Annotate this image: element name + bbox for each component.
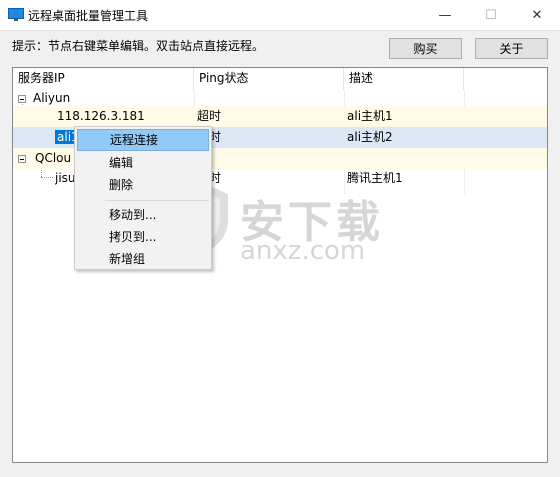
- server-ip: 118.126.3.181: [57, 109, 145, 123]
- monitor-icon: [8, 8, 24, 21]
- server-ping: 超时: [197, 109, 222, 123]
- menu-separator: [105, 200, 209, 201]
- minimize-icon: —: [438, 7, 452, 23]
- menu-item-remote-connect[interactable]: 远程连接: [77, 129, 209, 151]
- hint-text: 提示：节点右键菜单编辑。双击站点直接远程。: [12, 39, 265, 53]
- menu-item-move-to[interactable]: 移动到...: [77, 204, 209, 226]
- watermark-en: anxz.com: [240, 236, 366, 266]
- minimize-button[interactable]: —: [422, 0, 468, 30]
- maximize-button[interactable]: ☐: [468, 0, 514, 30]
- menu-item-delete[interactable]: 删除: [77, 174, 209, 196]
- column-header-ping[interactable]: Ping状态: [194, 68, 344, 90]
- list-header: 服务器IP Ping状态 描述: [13, 68, 547, 90]
- collapse-icon[interactable]: [18, 155, 26, 163]
- server-desc: ali主机1: [347, 109, 393, 123]
- menu-item-edit[interactable]: 编辑: [77, 152, 209, 174]
- menu-item-new-group[interactable]: 新增组: [77, 248, 209, 270]
- close-icon: ✕: [531, 7, 543, 23]
- title-bar: 远程桌面批量管理工具 — ☐ ✕: [0, 0, 560, 31]
- column-header-filler: [464, 68, 547, 90]
- maximize-icon: ☐: [485, 7, 497, 23]
- table-row[interactable]: 118.126.3.181 超时 ali主机1: [13, 106, 547, 127]
- server-ip: jisu: [55, 171, 76, 185]
- collapse-icon[interactable]: [18, 95, 26, 103]
- column-header-ip[interactable]: 服务器IP: [13, 68, 194, 90]
- column-header-desc[interactable]: 描述: [344, 68, 464, 90]
- menu-item-copy-to[interactable]: 拷贝到...: [77, 226, 209, 248]
- window-title: 远程桌面批量管理工具: [28, 9, 149, 23]
- close-button[interactable]: ✕: [514, 0, 560, 30]
- about-button[interactable]: 关于: [475, 38, 548, 59]
- buy-button[interactable]: 购买: [389, 38, 462, 59]
- server-desc: ali主机2: [347, 130, 393, 144]
- context-menu: 远程连接 编辑 删除 移动到... 拷贝到... 新增组: [74, 126, 212, 270]
- group-name: QClou: [35, 151, 72, 165]
